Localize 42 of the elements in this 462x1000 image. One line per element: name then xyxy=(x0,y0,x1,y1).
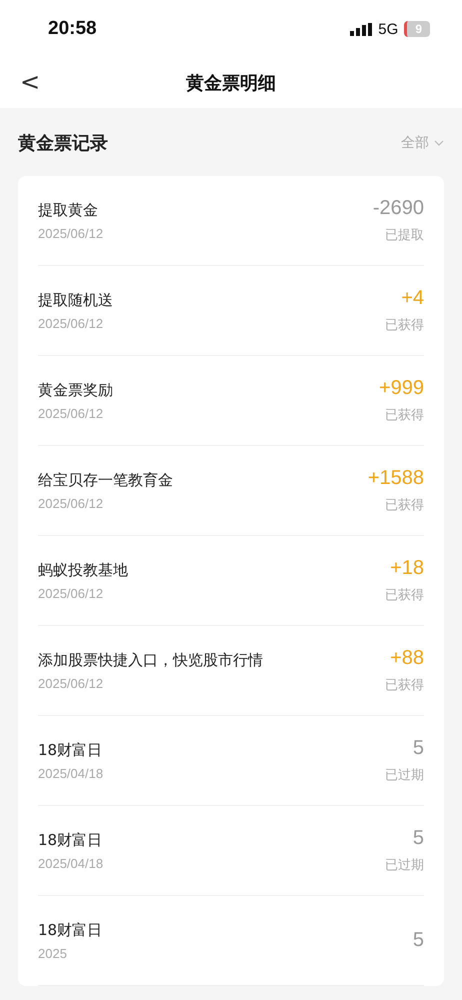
record-title: 给宝贝存一笔教育金 xyxy=(38,470,173,490)
record-title: 18财富日 xyxy=(38,740,104,760)
record-status: 已提取 xyxy=(385,227,424,244)
record-amount: +4 xyxy=(401,287,424,310)
record-title: 18财富日 xyxy=(38,920,102,940)
record-date: 2025/06/12 xyxy=(38,406,104,420)
section-title: 黄金票记录 xyxy=(18,132,108,155)
record-title: 蚂蚁投教基地 xyxy=(38,560,128,580)
record-status: 已获得 xyxy=(385,407,424,424)
record-amount: 5 xyxy=(412,929,424,952)
record-date: 2025/04/18 xyxy=(38,856,104,870)
record-date: 2025/04/18 xyxy=(38,766,104,780)
record-amount: -2690 xyxy=(372,197,424,220)
status-time: 20:58 xyxy=(48,18,97,40)
record-date: 2025/06/12 xyxy=(38,496,104,510)
record-status: 已获得 xyxy=(385,677,424,694)
record-amount: +18 xyxy=(390,557,424,580)
chevron-down-icon xyxy=(434,140,444,146)
record-title: 18财富日 xyxy=(38,830,104,850)
record-status: 已过期 xyxy=(385,857,424,874)
record-title: 提取随机送 xyxy=(38,290,113,310)
back-button[interactable]: < xyxy=(16,68,44,96)
record-status: 已获得 xyxy=(385,317,424,334)
record-amount: +88 xyxy=(390,647,424,670)
record-date: 2025/06/12 xyxy=(38,586,104,600)
record-status: 已过期 xyxy=(385,767,424,784)
record-date: 2025/06/12 xyxy=(38,316,104,330)
record-status: 已获得 xyxy=(385,587,424,604)
record-amount: +999 xyxy=(378,377,424,400)
record-amount: 5 xyxy=(412,737,424,760)
record-date: 2025/06/12 xyxy=(38,676,104,690)
record-title: 添加股票快捷入口，快览股市行情 xyxy=(38,650,263,670)
record-date: 2025/06/12 xyxy=(38,226,104,240)
record-amount: +1588 xyxy=(368,467,424,490)
record-title: 提取黄金 xyxy=(38,200,99,220)
signal-icon xyxy=(350,22,372,36)
page-title: 黄金票明细 xyxy=(186,72,276,95)
network-label: 5G xyxy=(378,20,398,38)
record-status: 已获得 xyxy=(385,497,424,514)
record-date: 2025 xyxy=(38,946,68,960)
record-title: 黄金票奖励 xyxy=(38,380,113,400)
record-amount: 5 xyxy=(412,827,424,850)
